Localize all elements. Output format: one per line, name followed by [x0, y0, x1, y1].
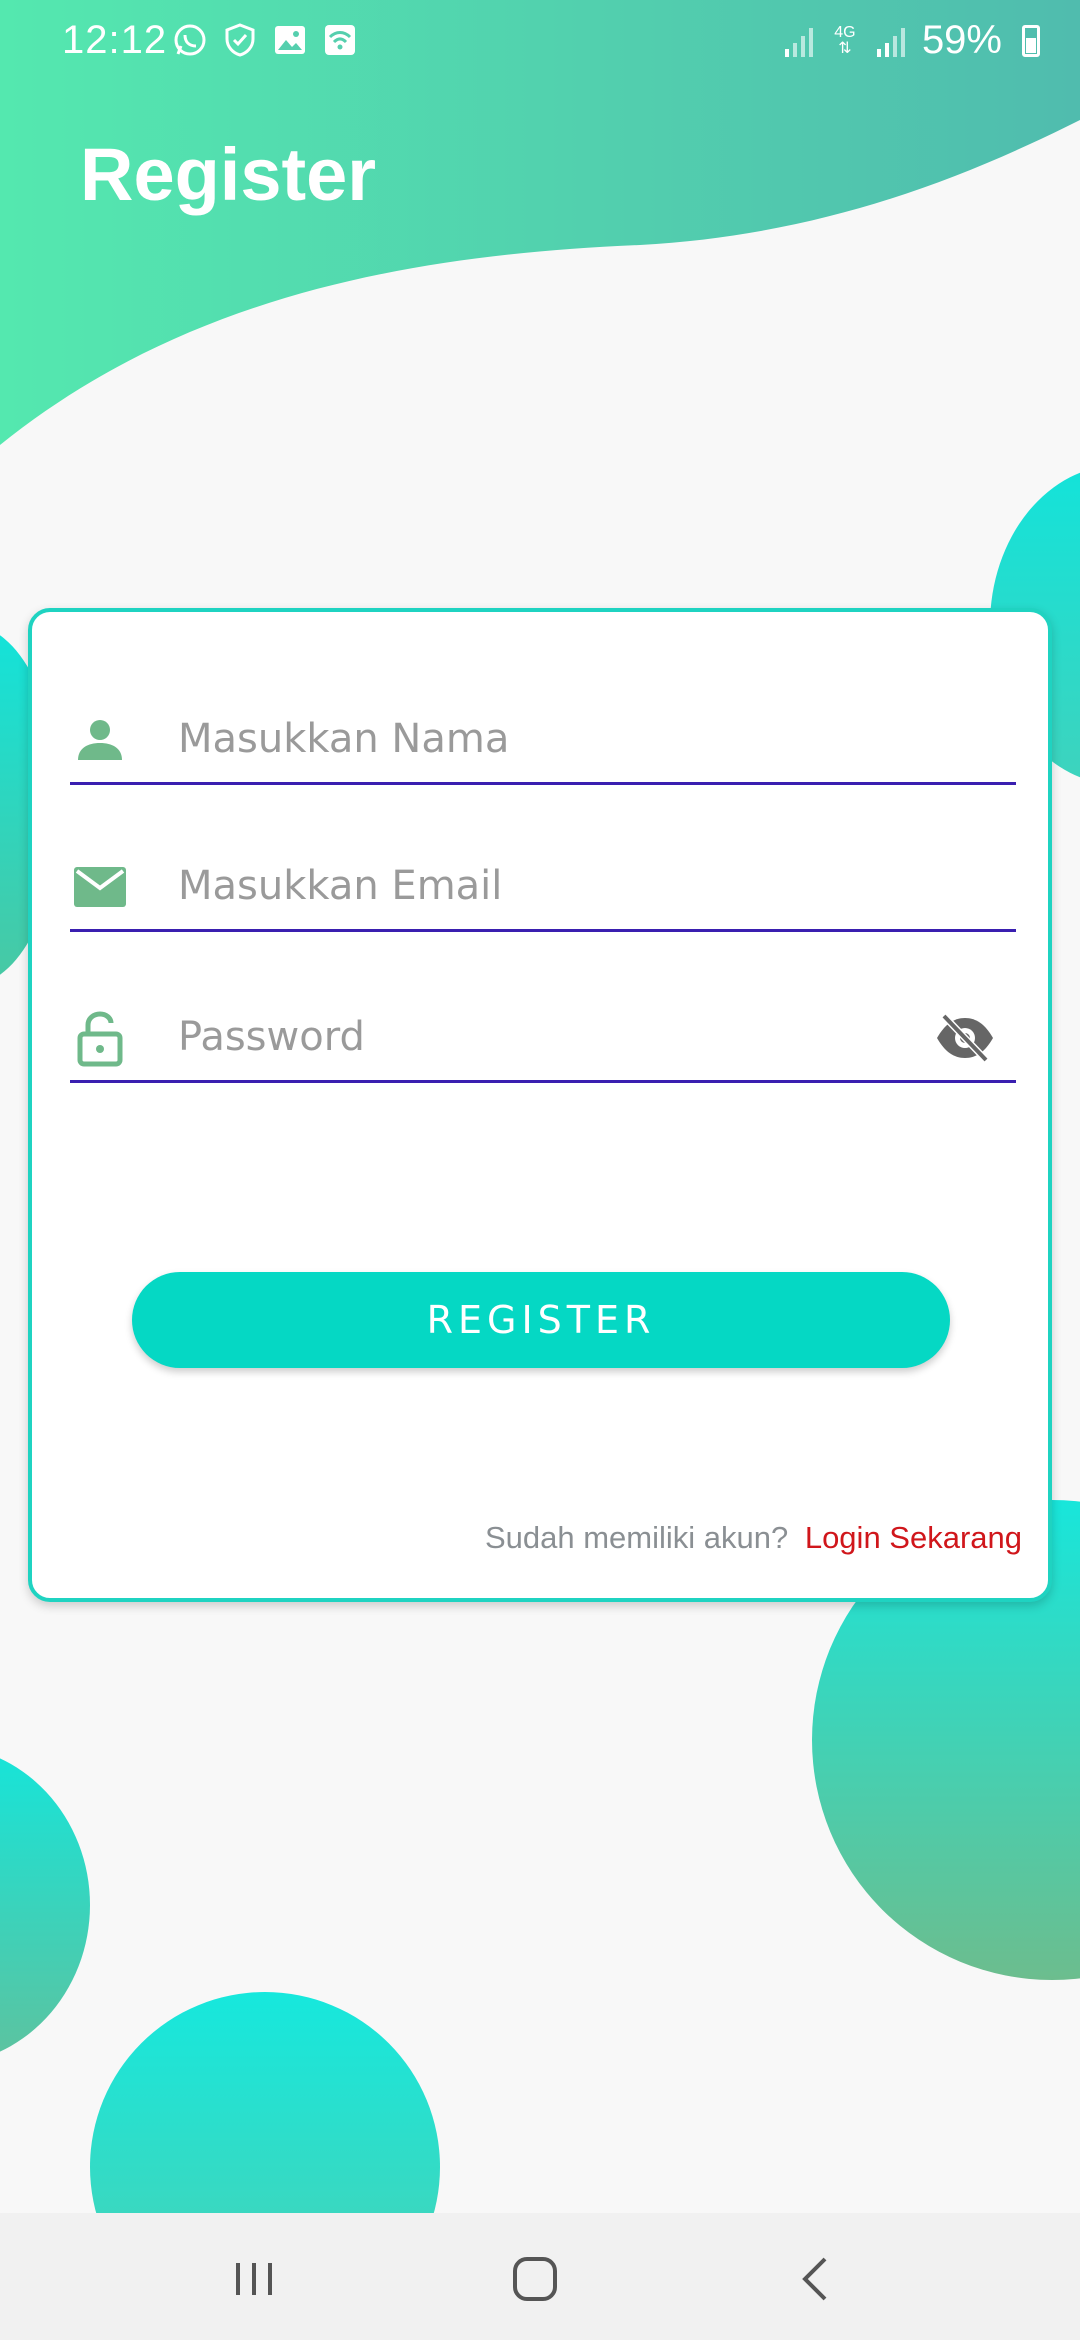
mail-icon — [70, 857, 130, 917]
battery-icon — [1022, 24, 1040, 57]
wifi-icon — [322, 22, 358, 58]
password-field[interactable] — [70, 1000, 1016, 1083]
whatsapp-icon — [172, 22, 208, 58]
person-icon — [70, 710, 130, 770]
home-icon[interactable] — [505, 2249, 565, 2309]
shield-icon — [222, 22, 258, 58]
register-card: REGISTER Sudah memiliki akun? Login Seka… — [28, 608, 1052, 1602]
login-prompt-row: Sudah memiliki akun? Login Sekarang — [485, 1520, 1022, 1556]
network-type: 4G ⇅ — [834, 23, 856, 57]
name-input[interactable] — [176, 708, 940, 770]
name-field[interactable] — [70, 702, 1016, 785]
email-input[interactable] — [176, 855, 940, 917]
password-input[interactable] — [176, 1006, 940, 1068]
battery-percent: 59% — [921, 18, 1002, 62]
register-screen: 12:12 4G ⇅ 59% Register Masukkan Nama Ma… — [0, 0, 1080, 2340]
system-nav-bar — [0, 2213, 1080, 2340]
visibility-off-icon[interactable] — [934, 1010, 996, 1066]
signal-icon — [782, 24, 816, 58]
recent-apps-icon[interactable] — [224, 2249, 284, 2309]
system-status: 4G ⇅ 59% — [782, 18, 1040, 63]
status-time: 12:12 — [62, 18, 168, 62]
back-icon[interactable] — [787, 2249, 847, 2309]
page-title: Register — [80, 133, 377, 216]
gallery-icon — [272, 22, 308, 58]
register-button[interactable]: REGISTER — [132, 1272, 950, 1368]
status-bar: 12:12 4G ⇅ 59% — [0, 0, 1080, 84]
login-now-link[interactable]: Login Sekarang — [805, 1520, 1022, 1555]
login-prompt-text: Sudah memiliki akun? — [484, 1520, 789, 1555]
email-field[interactable] — [70, 849, 1016, 932]
lock-open-icon — [70, 1008, 130, 1068]
signal-icon — [874, 24, 908, 58]
decor-bubble — [0, 1745, 90, 2065]
notification-icons — [172, 22, 358, 58]
